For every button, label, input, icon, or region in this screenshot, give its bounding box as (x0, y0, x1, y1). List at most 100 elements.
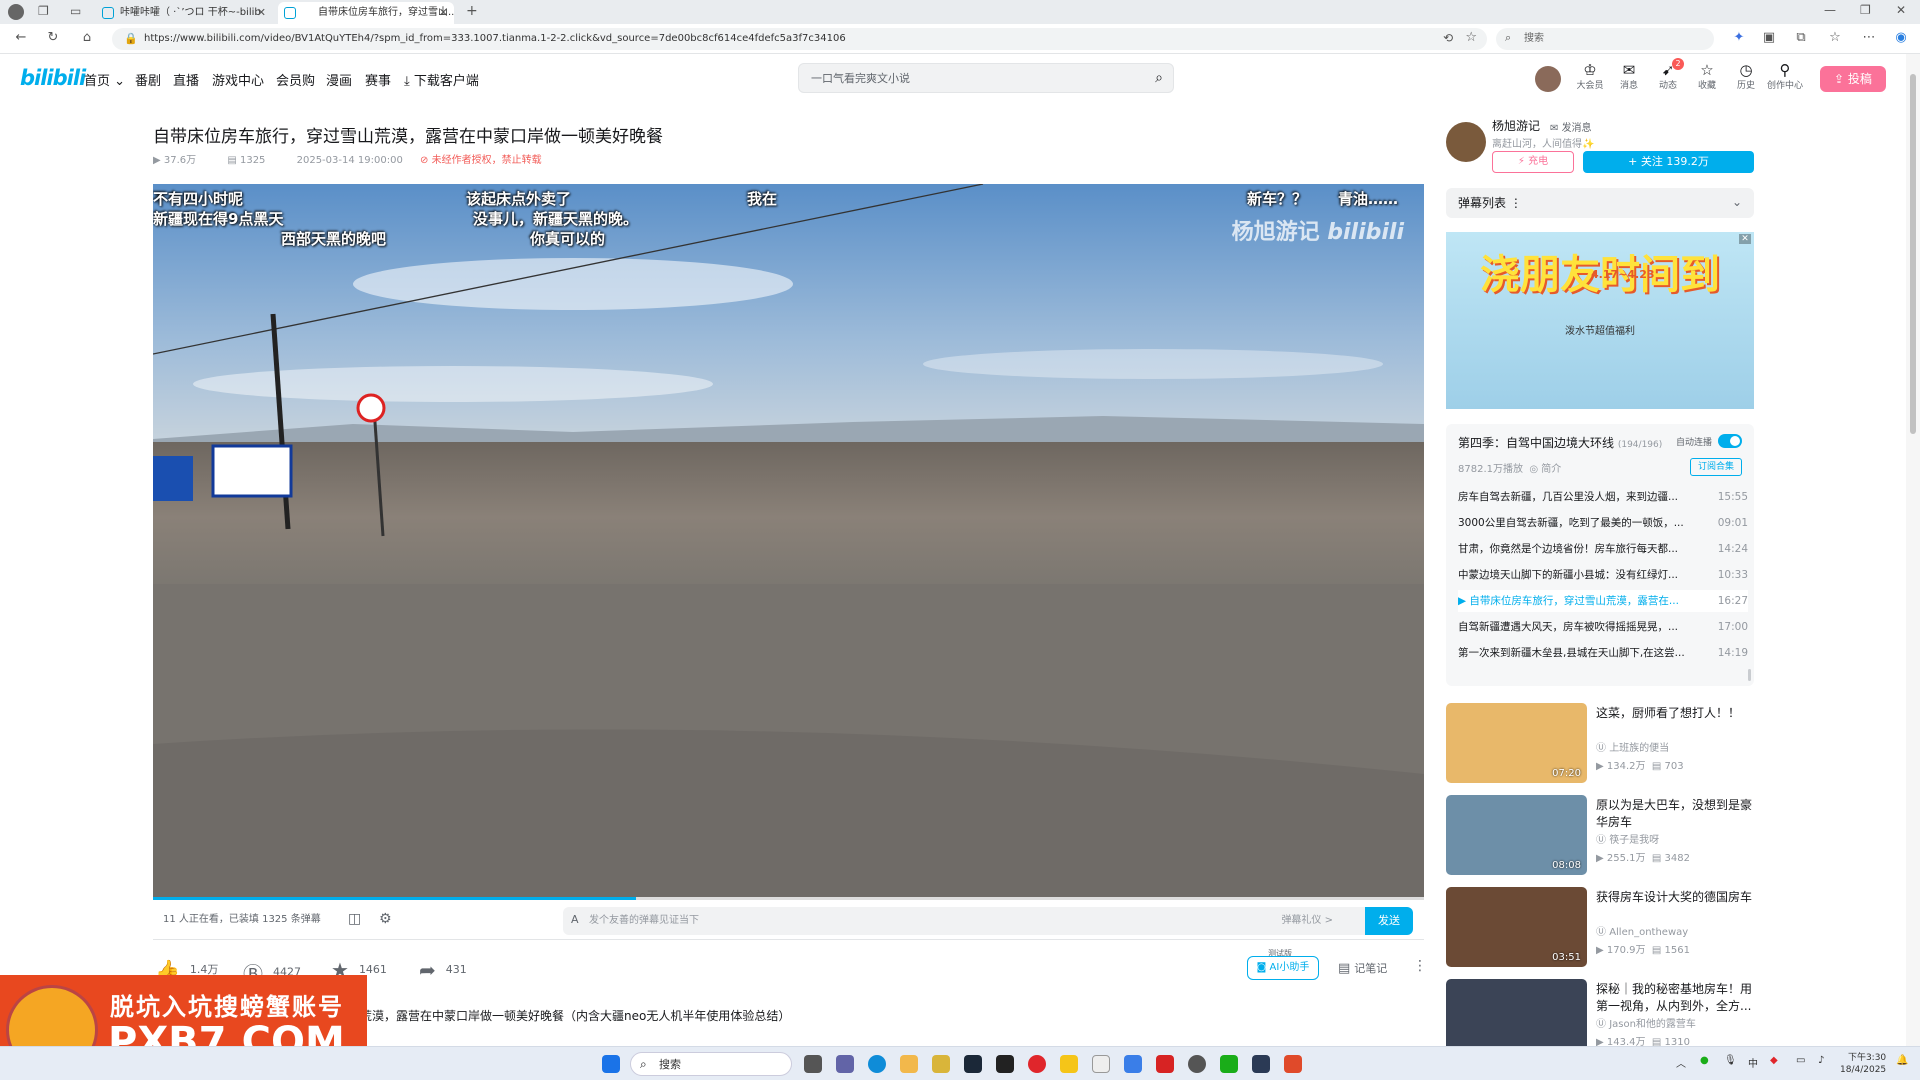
page-scrollbar[interactable] (1906, 54, 1920, 1054)
extension-icon[interactable]: ✦ (1730, 30, 1748, 45)
playlist-item[interactable]: 3000公里自驾去新疆，吃到了最美的一顿饭，... 09:01 (1458, 512, 1748, 534)
recommended-author[interactable]: Ⓤ 上班族的便当 (1596, 739, 1669, 754)
close-tab-icon[interactable]: ✕ (439, 2, 448, 24)
taskbar-search[interactable]: ⌕ 搜索 (630, 1052, 792, 1076)
creator-center-button[interactable]: ⚲ 创作中心 (1767, 62, 1803, 91)
browser-tab-1[interactable]: 咔嚯咔嚯（ ·`’つロ 干杯~-bilib ✕ (96, 2, 272, 24)
recommended-title[interactable]: 原以为是大巴车，没想到是豪华房车 (1596, 797, 1754, 831)
advertisement-banner[interactable]: 浇朋友时间到 4.17~4.23 泼水节超值福利 ✕ (1446, 232, 1754, 409)
uploader-name[interactable]: 杨旭游记 (1492, 117, 1540, 134)
workspaces-icon[interactable]: ❐ (38, 4, 49, 18)
recommended-title[interactable]: 这菜，厨师看了想打人！！ (1596, 705, 1754, 722)
dynamics-button[interactable]: ➹ 动态 2 (1650, 58, 1686, 91)
netease-music-icon[interactable] (1028, 1055, 1046, 1073)
user-avatar[interactable] (1535, 66, 1561, 92)
bilibili-logo[interactable]: bilibili (20, 66, 86, 90)
video-thumbnail[interactable]: 08:08 (1446, 795, 1587, 875)
site-search-input[interactable]: 一口气看完爽文小说 ⌕ (798, 63, 1174, 93)
extensions-puzzle-icon[interactable]: ⧉ (1792, 30, 1810, 45)
nav-live[interactable]: 直播 (173, 70, 199, 89)
history-button[interactable]: ◷ 历史 (1728, 62, 1764, 91)
app-icon-2[interactable] (1124, 1055, 1142, 1073)
nav-anime[interactable]: 番剧 (135, 70, 161, 89)
recommended-author[interactable]: Ⓤ Jason和他的露营车 (1596, 1015, 1696, 1030)
favorite-star-icon[interactable]: ☆ (1465, 30, 1477, 45)
text-style-icon[interactable]: A (571, 913, 579, 926)
playlist-item[interactable]: 自驾新疆遭遇大风天，房车被吹得摇摇晃晃，... 17:00 (1458, 616, 1748, 638)
playlist-item[interactable]: 房车自驾去新疆，几百公里没人烟，来到边疆... 15:55 (1458, 486, 1748, 508)
playlist-scrollbar[interactable] (1748, 669, 1751, 681)
notes-app-icon[interactable] (1060, 1055, 1078, 1073)
nav-download-client[interactable]: ⤓ 下载客户端 (404, 70, 479, 89)
ai-assistant-button[interactable]: ◙ AI小助手 (1247, 956, 1319, 980)
browser-tab-2[interactable]: 自带床位房车旅行，穿过雪山... ✕ (278, 2, 454, 24)
app-icon-5[interactable] (1284, 1055, 1302, 1073)
tray-overflow-icon[interactable]: ︿ (1676, 1055, 1686, 1070)
vip-button[interactable]: ♔ 大会员 (1572, 62, 1608, 91)
video-thumbnail[interactable]: 03:51 (1446, 887, 1587, 967)
nav-home[interactable]: 首页 ⌄ (84, 70, 125, 89)
video-player[interactable]: 不有四小时呢 新疆现在得9点黑天 西部天黑的晚吧 该起床点外卖了 没事儿，新疆天… (153, 184, 1424, 899)
app-icon[interactable] (932, 1055, 950, 1073)
recommended-video[interactable]: 08:08 原以为是大巴车，没想到是豪华房车 Ⓤ 筷子是我呀 ▶ 255.1万 ▤ 3… (1446, 795, 1754, 877)
notification-icon[interactable]: 🔔 (1896, 1055, 1908, 1066)
close-tab-icon[interactable]: ✕ (257, 2, 266, 24)
edge-icon[interactable] (868, 1055, 886, 1073)
menu-dots-icon[interactable]: ⋯ (1860, 30, 1878, 45)
message-uploader-button[interactable]: ✉ 发消息 (1550, 119, 1592, 134)
follow-button[interactable]: + 关注 139.2万 (1583, 151, 1754, 173)
nav-esports[interactable]: 赛事 (365, 70, 391, 89)
uploader-avatar[interactable] (1446, 122, 1486, 162)
close-window-icon[interactable]: ✕ (1896, 3, 1906, 17)
nav-manga[interactable]: 漫画 (326, 70, 352, 89)
maximize-icon[interactable]: ❐ (1860, 3, 1871, 17)
recommended-video[interactable]: 03:51 获得房车设计大奖的德国房车 Ⓤ Allen_ontheway ▶ 170.… (1446, 887, 1754, 969)
video-thumbnail[interactable]: 07:20 (1446, 703, 1587, 783)
extension-icon-2[interactable]: ▣ (1760, 30, 1778, 45)
translate-icon[interactable]: ⟲ (1443, 31, 1453, 45)
wechat-tray-icon[interactable]: ● (1700, 1055, 1709, 1066)
file-explorer-icon[interactable] (900, 1055, 918, 1073)
app-icon-3[interactable] (1188, 1055, 1206, 1073)
refresh-icon[interactable]: ↻ (44, 30, 62, 45)
autoplay-toggle[interactable] (1718, 434, 1742, 448)
url-field[interactable]: 🔒 https://www.bilibili.com/video/BV1AtQu… (112, 28, 1487, 50)
playlist-item[interactable]: 甘肃，你竟然是个边境省份！房车旅行每天都... 14:24 (1458, 538, 1748, 560)
charge-button[interactable]: ⚡ 充电 (1492, 151, 1574, 173)
danmaku-toggle-icon[interactable]: ◫ (348, 911, 361, 927)
messages-button[interactable]: ✉ 消息 (1611, 62, 1647, 91)
app-icon-4[interactable] (1252, 1055, 1270, 1073)
document-icon[interactable] (1092, 1055, 1110, 1073)
favorites-button[interactable]: ☆ 收藏 (1689, 62, 1725, 91)
network-icon[interactable]: ▭ (1796, 1055, 1805, 1066)
minimize-icon[interactable]: — (1824, 3, 1836, 17)
home-icon[interactable]: ⌂ (78, 30, 96, 45)
danmaku-settings-icon[interactable]: ⚙ (379, 911, 392, 927)
danmaku-etiquette-link[interactable]: 弹幕礼仪 > (1281, 907, 1333, 935)
microphone-icon[interactable]: 🎙 (1724, 1055, 1737, 1066)
tab-actions-icon[interactable]: ▭ (70, 4, 81, 18)
recommended-title[interactable]: 探秘｜我的秘密基地房车！用第一视角，从内到外，全方... (1596, 981, 1754, 1015)
playlist-item[interactable]: 第一次来到新疆木垒县,县城在天山脚下,在这尝... 14:19 (1458, 642, 1748, 664)
send-danmaku-button[interactable]: 发送 (1365, 907, 1413, 935)
new-tab-icon[interactable]: + (466, 3, 478, 19)
nav-game-center[interactable]: 游戏中心 (212, 70, 264, 89)
system-clock[interactable]: 下午3:30 18/4/2025 (1840, 1052, 1886, 1076)
notes-button[interactable]: ▤ 记笔记 (1338, 960, 1387, 976)
playlist-title[interactable]: 第四季：自驾中国边境大环线 (194/196) (1458, 434, 1662, 451)
playlist-item[interactable]: ▶ 自带床位房车旅行，穿过雪山荒漠，露营在... 16:27 (1458, 590, 1748, 612)
security-tray-icon[interactable]: ◆ (1770, 1055, 1778, 1066)
capcut-icon[interactable] (996, 1055, 1014, 1073)
recommended-author[interactable]: Ⓤ Allen_ontheway (1596, 923, 1688, 938)
browser-search-field[interactable]: ⌕ 搜索 (1496, 28, 1714, 50)
close-ad-icon[interactable]: ✕ (1739, 234, 1751, 244)
task-view-icon[interactable] (804, 1055, 822, 1073)
more-options-icon[interactable]: ⋮ (1413, 958, 1427, 974)
wps-icon[interactable] (1156, 1055, 1174, 1073)
danmaku-list-toggle[interactable]: 弹幕列表 ⋮ ⌄ (1446, 188, 1754, 218)
back-icon[interactable]: ← (12, 30, 30, 45)
recommended-title[interactable]: 获得房车设计大奖的德国房车 (1596, 889, 1754, 906)
recommended-author[interactable]: Ⓤ 筷子是我呀 (1596, 831, 1659, 846)
danmaku-input[interactable]: A 发个友善的弹幕见证当下 弹幕礼仪 > 发送 (563, 907, 1413, 935)
volume-icon[interactable]: ♪ (1818, 1055, 1824, 1066)
